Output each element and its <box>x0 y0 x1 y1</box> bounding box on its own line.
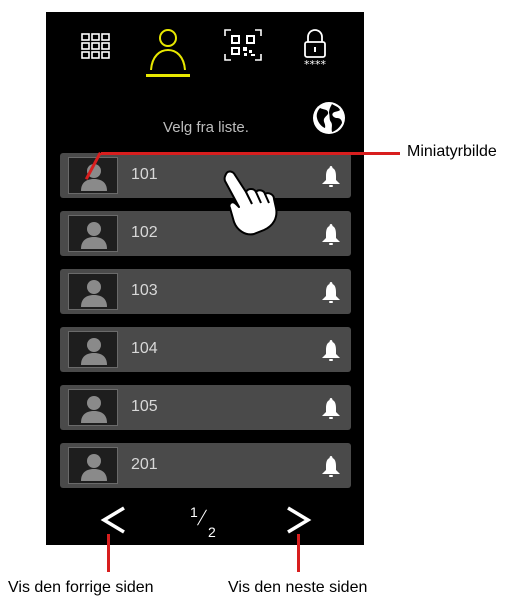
svg-text:****: **** <box>304 58 327 70</box>
list-item[interactable]: 103 <box>60 269 351 314</box>
total-pages: 2 <box>208 524 216 540</box>
bell-icon <box>322 340 340 361</box>
thumbnail-callout-line <box>101 152 400 155</box>
pager: 1 2 <box>46 498 364 545</box>
next-callout-line <box>297 534 300 572</box>
page-separator <box>197 509 207 526</box>
thumbnail <box>68 447 118 484</box>
grid-menu-button[interactable] <box>78 26 122 70</box>
list-item[interactable]: 105 <box>60 385 351 430</box>
thumbnail <box>68 331 118 368</box>
next-page-annotation: Vis den neste siden <box>228 579 368 596</box>
bell-icon <box>322 224 340 245</box>
person-silhouette-icon <box>81 222 107 249</box>
list-item[interactable]: 201 <box>60 443 351 488</box>
bell-icon <box>322 398 340 419</box>
top-navigation: **** <box>46 12 364 92</box>
grid-icon <box>81 33 110 59</box>
pin-lock-button[interactable]: **** <box>294 26 338 70</box>
qr-code-icon <box>224 29 262 61</box>
person-silhouette-icon <box>81 396 107 423</box>
qr-code-button[interactable] <box>222 26 266 70</box>
thumbnail <box>68 273 118 310</box>
person-list-button[interactable] <box>146 26 190 77</box>
list-item-label: 201 <box>131 456 158 473</box>
prev-callout-line <box>107 534 110 572</box>
bell-icon <box>322 456 340 477</box>
lock-pin-icon: **** <box>304 29 327 70</box>
list-item[interactable]: 104 <box>60 327 351 372</box>
person-silhouette-icon <box>81 338 107 365</box>
person-icon <box>150 29 186 70</box>
thumbnail <box>68 389 118 426</box>
previous-page-button[interactable] <box>98 502 128 538</box>
prev-page-annotation: Vis den forrige siden <box>8 579 154 596</box>
thumbnail-annotation: Miniatyrbilde <box>407 143 497 160</box>
current-page: 1 <box>190 504 198 520</box>
person-silhouette-icon <box>81 454 107 481</box>
list-item-label: 103 <box>131 282 158 299</box>
page-indicator: 1 2 <box>180 498 220 542</box>
language-button[interactable] <box>311 100 347 136</box>
list-item-label: 102 <box>131 224 158 241</box>
globe-icon <box>313 102 345 134</box>
tap-hand-icon <box>223 170 278 236</box>
next-page-button[interactable] <box>284 502 314 538</box>
thumbnail <box>68 215 118 252</box>
list-item-label: 104 <box>131 340 158 357</box>
intercom-screen: **** Velg fra liste. 101 102 103 104 105… <box>46 12 364 545</box>
bell-icon <box>322 282 340 303</box>
bell-icon <box>322 166 340 187</box>
person-silhouette-icon <box>81 280 107 307</box>
list-item-label: 105 <box>131 398 158 415</box>
list-item-label: 101 <box>131 166 158 183</box>
